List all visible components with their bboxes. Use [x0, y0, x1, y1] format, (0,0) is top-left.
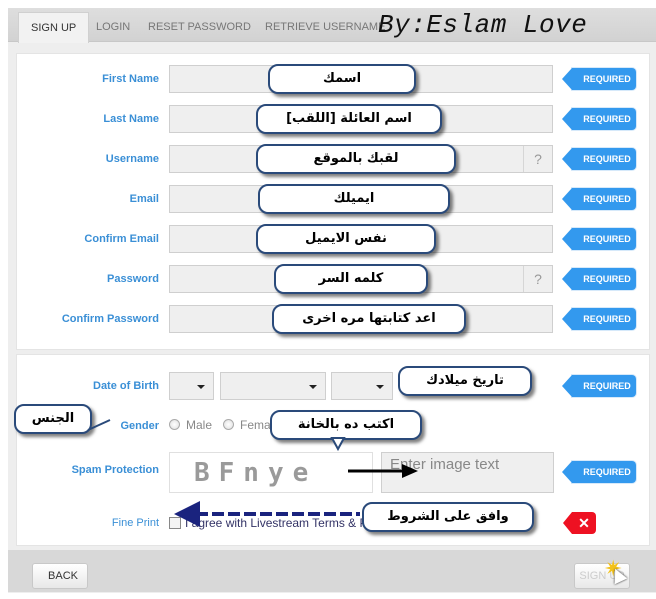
- arrow-head-icon: [402, 464, 418, 478]
- annotation-arrows: [87, 419, 418, 527]
- callout-pointer-icon: [87, 419, 111, 431]
- callout-pointer-icon: [330, 437, 346, 452]
- arrow-head-icon: [174, 501, 200, 527]
